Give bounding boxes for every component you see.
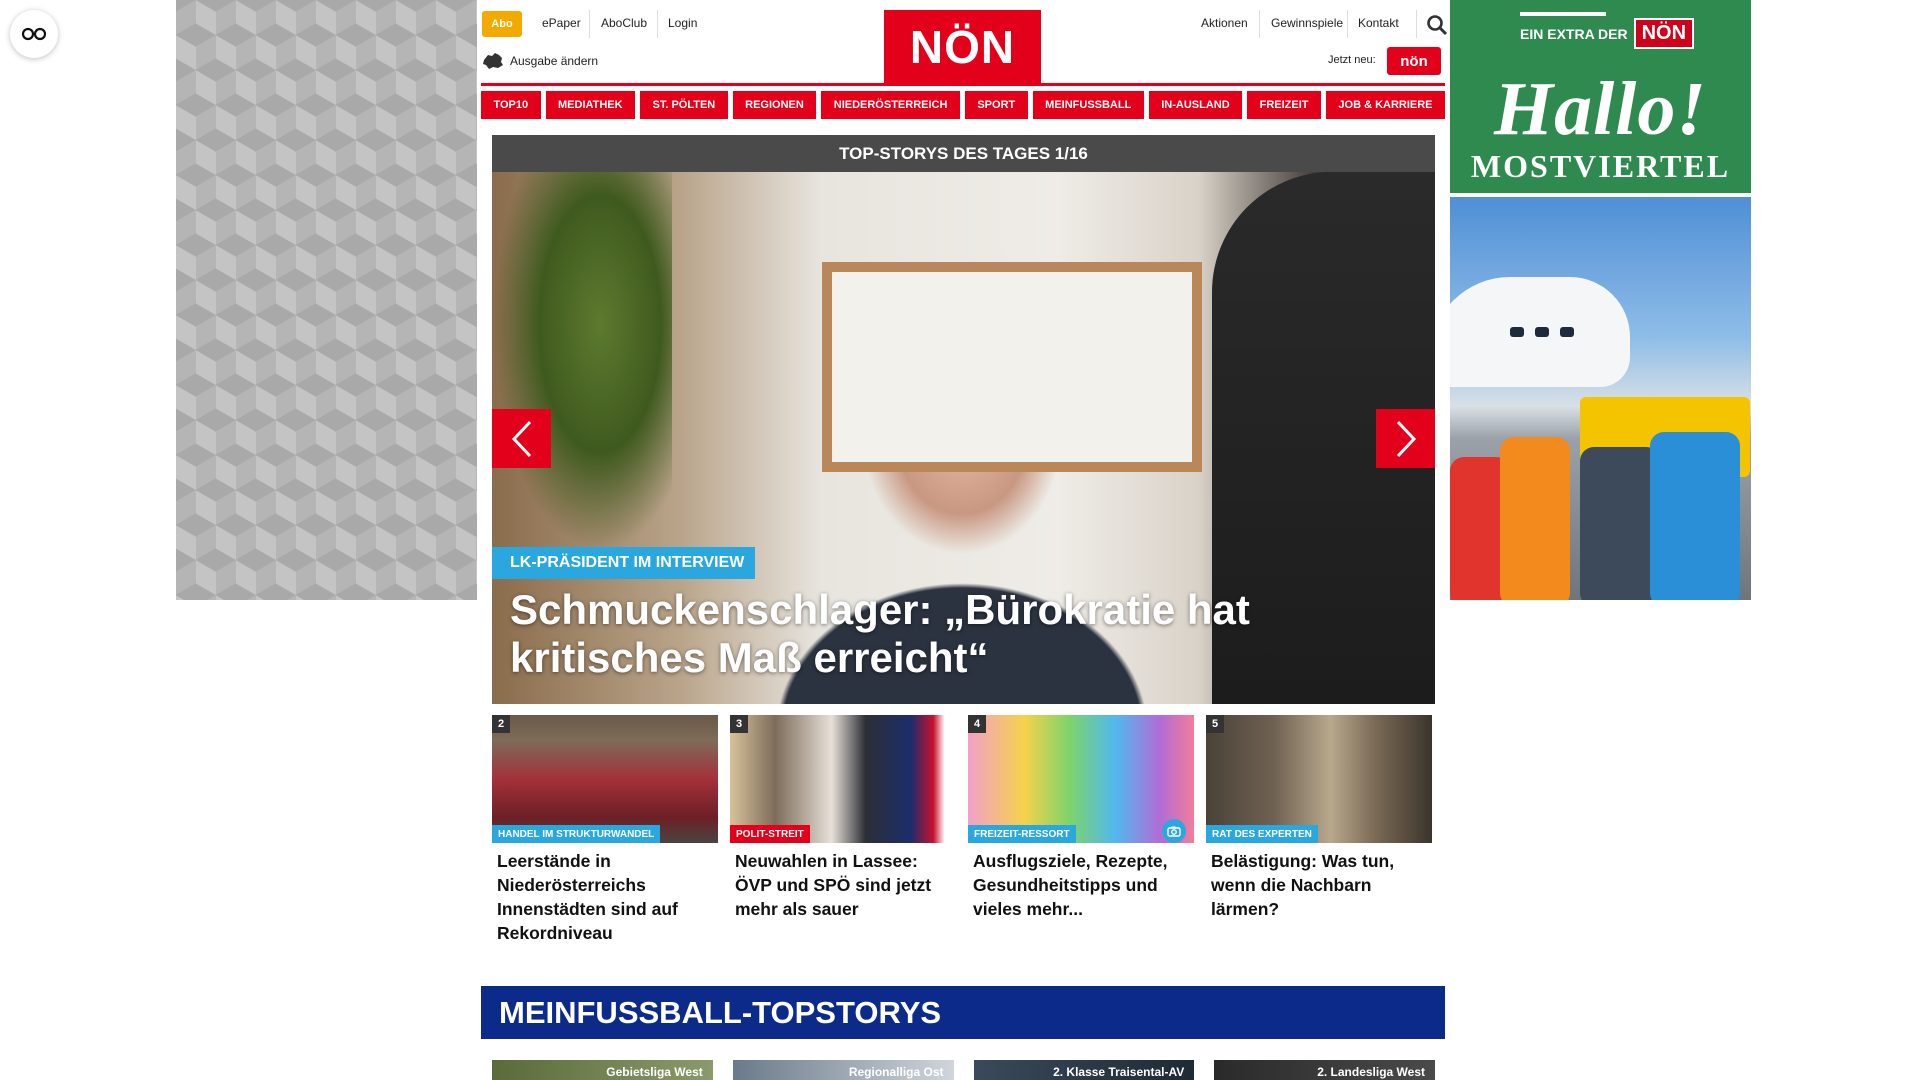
- noen-logo[interactable]: NÖN: [884, 10, 1041, 84]
- nav-meinfussball[interactable]: MEINFUSSBALL: [1032, 91, 1144, 119]
- nav-in-ausland[interactable]: IN-AUSLAND: [1148, 91, 1243, 119]
- story-thumbnail: 4 FREIZEIT-RESSORT: [968, 715, 1194, 843]
- nav-regionen[interactable]: REGIONEN: [732, 91, 817, 119]
- story-thumbnail: 3 POLIT-STREIT: [730, 715, 956, 843]
- aboclub-link[interactable]: AboClub: [601, 16, 647, 30]
- ad-airport-photo: [1450, 197, 1751, 600]
- glasses-icon: [21, 27, 47, 41]
- ad-banner-hallo: EIN EXTRA DER NÖN Hallo! MOSTVIERTEL: [1450, 0, 1751, 193]
- reader-mode-button[interactable]: [10, 10, 58, 58]
- story-card[interactable]: 4 FREIZEIT-RESSORT Ausflugsziele, Rezept…: [968, 715, 1194, 945]
- gewinnspiele-link[interactable]: Gewinnspiele: [1271, 16, 1343, 30]
- nav-mediathek[interactable]: MEDIATHEK: [545, 91, 636, 119]
- meinfussball-section-heading[interactable]: MEINFUSSBALL-TOPSTORYS: [481, 986, 1445, 1039]
- jetzt-neu-logo[interactable]: nön: [1387, 47, 1441, 75]
- fussball-card[interactable]: Regionalliga Ost: [732, 1060, 954, 1080]
- fussball-card[interactable]: 2. Landesliga West: [1214, 1060, 1435, 1080]
- hero-category-tag: LK-PRÄSIDENT IM INTERVIEW: [492, 547, 756, 579]
- ad-hallo-title: Hallo!: [1494, 67, 1707, 151]
- abo-button[interactable]: Abo: [482, 11, 522, 37]
- left-skyscraper-ad[interactable]: [176, 0, 477, 600]
- story-thumbnail: 5 RAT DES EXPERTEN: [1206, 715, 1432, 843]
- story-rank: 4: [968, 715, 986, 733]
- ad-noen-logo: NÖN: [1633, 18, 1695, 49]
- header-divider: [481, 83, 1445, 86]
- story-headline[interactable]: Ausflugsziele, Rezepte, Gesundheitstipps…: [973, 849, 1189, 921]
- story-thumbnail: 2 HANDEL IM STRUKTURWANDEL: [492, 715, 718, 843]
- story-card[interactable]: 2 HANDEL IM STRUKTURWANDEL Leerstände in…: [492, 715, 718, 945]
- kontakt-link[interactable]: Kontakt: [1358, 16, 1399, 30]
- top-stories-heading: TOP-STORYS DES TAGES 1/16: [492, 135, 1435, 172]
- login-link[interactable]: Login: [668, 16, 697, 30]
- chevron-left-icon: [511, 420, 531, 457]
- right-skyscraper-ad[interactable]: EIN EXTRA DER NÖN Hallo! MOSTVIERTEL: [1450, 0, 1751, 600]
- jetzt-neu-label: Jetzt neu:: [1328, 54, 1376, 66]
- meinfussball-stories: Gebietsliga West Regionalliga Ost 2. Kla…: [492, 1060, 1435, 1080]
- ad-region-title: MOSTVIERTEL: [1470, 148, 1731, 184]
- top-stories-grid: 2 HANDEL IM STRUKTURWANDEL Leerstände in…: [492, 715, 1435, 945]
- carousel-next-button[interactable]: [1376, 409, 1435, 468]
- nav-job-karriere[interactable]: JOB & KARRIERE: [1325, 91, 1445, 119]
- fussball-league-label: 2. Klasse Traisental-AV: [1053, 1065, 1185, 1079]
- story-card[interactable]: 3 POLIT-STREIT Neuwahlen in Lassee: ÖVP …: [730, 715, 956, 945]
- story-card[interactable]: 5 RAT DES EXPERTEN Belästigung: Was tun,…: [1206, 715, 1432, 945]
- hero-photo-plant: [492, 172, 672, 552]
- epaper-link[interactable]: ePaper: [542, 16, 581, 30]
- story-rank: 5: [1206, 715, 1224, 733]
- nav-freizeit[interactable]: FREIZEIT: [1247, 91, 1321, 119]
- nav-sport[interactable]: SPORT: [964, 91, 1028, 119]
- main-navigation: TOP10 MEDIATHEK ST. PÖLTEN REGIONEN NIED…: [481, 91, 1445, 119]
- lower-austria-map-icon: [483, 53, 503, 69]
- nav-st-poelten[interactable]: ST. PÖLTEN: [640, 91, 728, 119]
- story-rank: 2: [492, 715, 510, 733]
- ausgabe-label: Ausgabe ändern: [510, 54, 599, 68]
- fussball-card[interactable]: 2. Klasse Traisental-AV: [973, 1060, 1195, 1080]
- hero-story[interactable]: LK-PRÄSIDENT IM INTERVIEW Schmuckenschla…: [492, 172, 1435, 704]
- fussball-league-label: Regionalliga Ost: [848, 1065, 944, 1079]
- camera-icon: [1162, 819, 1186, 843]
- fussball-league-label: Gebietsliga West: [606, 1065, 703, 1079]
- story-headline[interactable]: Belästigung: Was tun, wenn die Nachbarn …: [1211, 849, 1427, 921]
- story-headline[interactable]: Leerstände in Niederösterreichs Innenstä…: [497, 849, 713, 945]
- story-category-tag: HANDEL IM STRUKTURWANDEL: [492, 825, 661, 843]
- fussball-league-label: 2. Landesliga West: [1317, 1065, 1425, 1079]
- ausgabe-aendern-link[interactable]: Ausgabe ändern: [482, 52, 598, 70]
- nav-top10[interactable]: TOP10: [481, 91, 541, 119]
- aktionen-link[interactable]: Aktionen: [1201, 16, 1248, 30]
- story-category-tag: RAT DES EXPERTEN: [1206, 825, 1318, 843]
- story-headline[interactable]: Neuwahlen in Lassee: ÖVP und SPÖ sind je…: [735, 849, 951, 921]
- search-icon[interactable]: [1426, 14, 1448, 36]
- chevron-right-icon: [1396, 420, 1416, 457]
- hero-photo-window: [822, 262, 1202, 472]
- story-rank: 3: [730, 715, 748, 733]
- story-category-tag: FREIZEIT-RESSORT: [968, 825, 1076, 843]
- nav-niederoesterreich[interactable]: NIEDERÖSTERREICH: [821, 91, 960, 119]
- site-header: Abo ePaper AboClub Login NÖN Ausgabe änd…: [481, 0, 1448, 84]
- story-category-tag: POLIT-STREIT: [730, 825, 810, 843]
- carousel-prev-button[interactable]: [492, 409, 551, 468]
- ad-extra-label: EIN EXTRA DER NÖN: [1520, 12, 1695, 49]
- fussball-card[interactable]: Gebietsliga West: [492, 1060, 713, 1080]
- hero-headline[interactable]: Schmuckenschlager: „Bürokratie hat kriti…: [510, 586, 1410, 682]
